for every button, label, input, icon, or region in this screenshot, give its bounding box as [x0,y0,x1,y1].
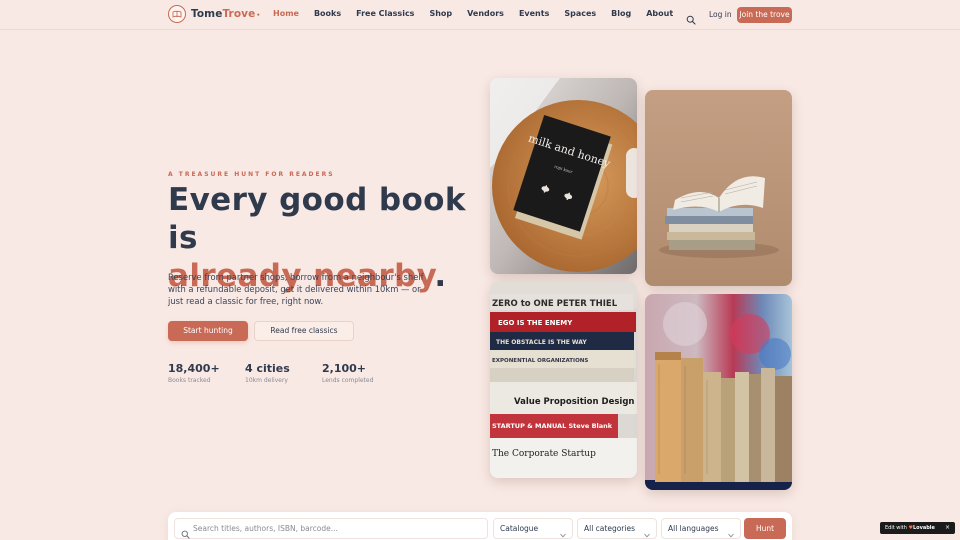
nav-item-shop[interactable]: Shop [429,9,452,18]
category-select[interactable]: All categories [577,518,657,539]
catalogue-select-value: Catalogue [500,524,539,533]
stat-lends: 2,100+ Lends completed [322,362,373,384]
catalogue-select[interactable]: Catalogue [493,518,573,539]
close-icon[interactable]: × [945,522,950,534]
stat-label: Books tracked [168,377,211,384]
nav-item-home[interactable]: Home [273,9,299,18]
stat-label: 10km delivery [245,377,288,384]
spine-value-proposition: Value Proposition Design [514,397,634,407]
badge-brand: Lovable [912,525,935,531]
stat-books-tracked: 18,400+ Books tracked [168,362,220,384]
spine-ego-is-the-enemy: EGO IS THE ENEMY [498,319,573,327]
brand-name-part2: Trove [222,8,256,20]
search-bar: Catalogue All categories All languages H… [168,512,792,540]
hunt-button[interactable]: Hunt [744,518,786,539]
photo-milk-and-honey: milk and honey rupi kaur [490,78,637,274]
hero-headline-main: Every good book is [168,182,466,256]
brand-name: TomeTrove• [191,8,260,20]
search-icon[interactable] [686,10,696,25]
spine-corporate-startup: The Corporate Startup [492,449,596,459]
edit-with-lovable-badge[interactable]: Edit with ♥Lovable × [880,522,955,534]
join-button[interactable]: Join the trove [737,7,792,23]
badge-prefix: Edit with [885,525,907,531]
hero-headline-period: . [434,258,447,294]
nav-item-vendors[interactable]: Vendors [467,9,504,18]
read-free-classics-button[interactable]: Read free classics [254,321,354,341]
photo-open-book [645,90,792,286]
nav-item-free-classics[interactable]: Free Classics [356,9,414,18]
book-logo-icon [168,5,186,23]
nav-item-blog[interactable]: Blog [611,9,631,18]
stat-value: 18,400+ [168,362,220,375]
stat-cities: 4 cities 10km delivery [245,362,290,384]
chevron-down-icon [728,526,734,538]
nav-item-spaces[interactable]: Spaces [564,9,596,18]
stat-label: Lends completed [322,377,374,384]
search-input[interactable] [193,521,483,536]
photo-startup-books: ZERO to ONE PETER THIEL EGO IS THE ENEMY… [490,282,637,478]
start-hunting-button[interactable]: Start hunting [168,321,248,341]
main-menu: Home Books Free Classics Shop Vendors Ev… [273,9,688,18]
chevron-down-icon [560,526,566,538]
spine-exponential: EXPONENTIAL ORGANIZATIONS [492,358,588,364]
spine-zero-to-one: ZERO to ONE PETER THIEL [492,299,618,309]
login-link[interactable]: Log in [709,10,732,19]
search-field[interactable] [174,518,488,539]
photo-antique-books [645,294,792,490]
hero-eyebrow: A TREASURE HUNT FOR READERS [168,171,335,178]
category-select-value: All categories [584,524,635,533]
stat-value: 4 cities [245,362,290,375]
stat-value: 2,100+ [322,362,367,375]
chevron-down-icon [644,526,650,538]
nav-item-books[interactable]: Books [314,9,341,18]
nav-item-events[interactable]: Events [519,9,549,18]
spine-obstacle: THE OBSTACLE IS THE WAY [496,339,587,346]
language-select[interactable]: All languages [661,518,741,539]
nav-item-about[interactable]: About [646,9,673,18]
language-select-value: All languages [668,524,719,533]
logo[interactable]: TomeTrove• [168,5,260,23]
brand-name-part1: Tome [191,8,223,20]
top-nav: TomeTrove• Home Books Free Classics Shop… [0,0,960,30]
search-icon [181,524,190,539]
spine-startup-manual: STARTUP & MANUAL Steve Blank [492,422,613,430]
hero-lead: Reserve from partner shops, borrow from … [168,272,424,306]
brand-suffix: • [256,12,261,19]
